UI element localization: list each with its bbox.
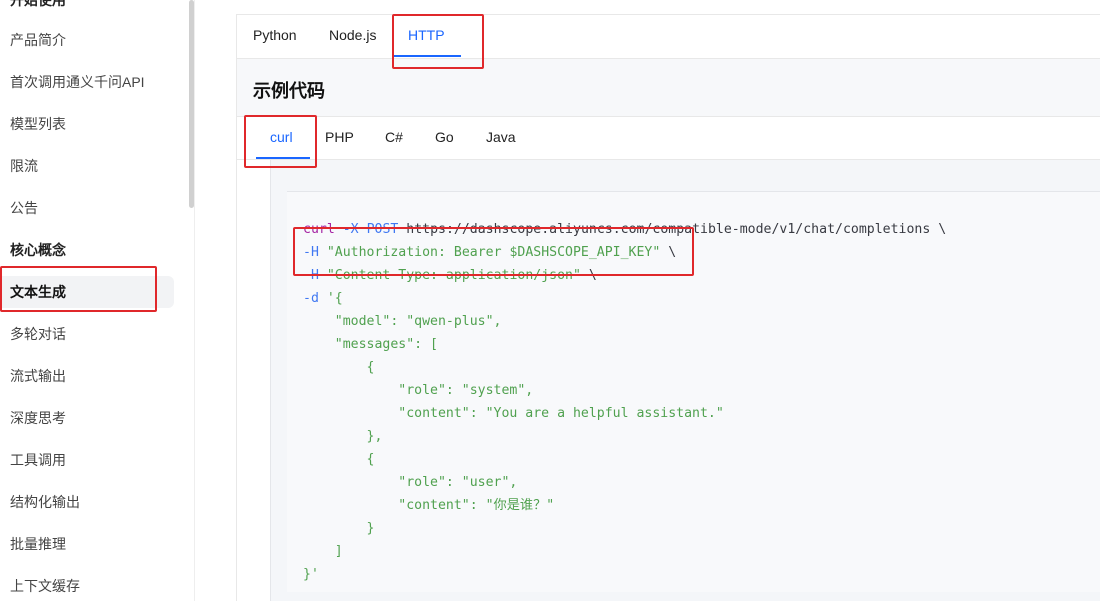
code-line: "messages": [ xyxy=(303,337,438,352)
code-token: -H xyxy=(303,245,319,260)
code-token: "Authorization: Bearer $DASHSCOPE_API_KE… xyxy=(326,245,661,260)
section-header: 示例代码 xyxy=(237,59,1100,117)
code-token: -H xyxy=(303,268,319,283)
code-line: { xyxy=(303,452,375,467)
sidebar-item-product-intro[interactable]: 产品简介 xyxy=(10,30,66,50)
sidebar-group-getting-started: 开始使用 xyxy=(10,0,66,8)
code-line: "role": "system", xyxy=(303,383,534,398)
sidebar-item-streaming[interactable]: 流式输出 xyxy=(10,366,66,386)
sidebar-scrollbar[interactable] xyxy=(189,0,194,208)
sidebar-nav: 开始使用 产品简介 首次调用通义千问API 模型列表 限流 公告 核心概念 文本… xyxy=(0,0,195,601)
code-block: curl -X POST https://dashscope.aliyuncs.… xyxy=(287,191,1100,592)
sidebar-item-structured-output[interactable]: 结构化输出 xyxy=(10,492,80,512)
code-area: curl -X POST https://dashscope.aliyuncs.… xyxy=(253,160,1100,601)
code-text: curl -X POST https://dashscope.aliyuncs.… xyxy=(303,218,946,586)
sidebar-item-model-list[interactable]: 模型列表 xyxy=(10,114,66,134)
sidebar-item-batch-inference[interactable]: 批量推理 xyxy=(10,534,66,554)
code-line: } xyxy=(303,521,375,536)
sidebar-item-deep-thinking[interactable]: 深度思考 xyxy=(10,408,66,428)
code-token: https://dashscope.aliyuncs.com/compatibl… xyxy=(398,222,947,237)
code-token: -X xyxy=(342,222,359,237)
sidebar-item-announcement[interactable]: 公告 xyxy=(10,198,38,218)
code-example-card: Python Node.js HTTP 示例代码 curl PHP C# Go … xyxy=(236,14,1100,601)
tab-csharp[interactable]: C# xyxy=(385,129,403,145)
tab-nodejs[interactable]: Node.js xyxy=(329,27,376,43)
sidebar-item-text-generation[interactable]: 文本生成 xyxy=(10,282,66,302)
sidebar-item-first-call[interactable]: 首次调用通义千问API xyxy=(10,72,145,92)
code-line: { xyxy=(303,360,375,375)
code-panel: curl -X POST https://dashscope.aliyuncs.… xyxy=(270,160,1100,601)
code-token: '{ xyxy=(326,291,343,306)
tab-curl[interactable]: curl xyxy=(270,129,293,145)
code-line: ] xyxy=(303,544,343,559)
code-token: curl xyxy=(303,222,335,237)
tab-go[interactable]: Go xyxy=(435,129,454,145)
code-line: "content": "You are a helpful assistant.… xyxy=(303,406,724,421)
tab-java[interactable]: Java xyxy=(486,129,516,145)
section-title: 示例代码 xyxy=(253,81,325,101)
code-line: "content": "你是谁？" xyxy=(303,498,555,513)
tab-php[interactable]: PHP xyxy=(325,129,354,145)
code-token: \ xyxy=(580,268,597,283)
code-line: }' xyxy=(303,567,319,582)
sidebar-item-tool-calling[interactable]: 工具调用 xyxy=(10,450,66,470)
code-line: }, xyxy=(303,429,383,444)
code-line: "model": "qwen-plus", xyxy=(303,314,502,329)
language-tabs: Python Node.js HTTP xyxy=(237,15,1100,59)
sidebar-item-context-cache[interactable]: 上下文缓存 xyxy=(10,576,80,596)
tab-http[interactable]: HTTP xyxy=(408,27,445,43)
code-token: "Content-Type: application/json" xyxy=(326,268,581,283)
sidebar-item-rate-limit[interactable]: 限流 xyxy=(10,156,38,176)
tab-http-underline xyxy=(394,55,461,57)
code-language-tabs: curl PHP C# Go Java xyxy=(237,117,1100,160)
code-token: POST xyxy=(366,222,399,237)
code-line: "role": "user", xyxy=(303,475,518,490)
code-token: -d xyxy=(303,291,319,306)
sidebar-group-core-concepts: 核心概念 xyxy=(10,242,66,258)
page: 开始使用 产品简介 首次调用通义千问API 模型列表 限流 公告 核心概念 文本… xyxy=(0,0,1100,601)
sidebar-item-multi-turn[interactable]: 多轮对话 xyxy=(10,324,66,344)
tab-curl-underline xyxy=(256,157,310,159)
main-gutter xyxy=(195,0,236,601)
code-token: \ xyxy=(660,245,677,260)
tab-python[interactable]: Python xyxy=(253,27,297,43)
